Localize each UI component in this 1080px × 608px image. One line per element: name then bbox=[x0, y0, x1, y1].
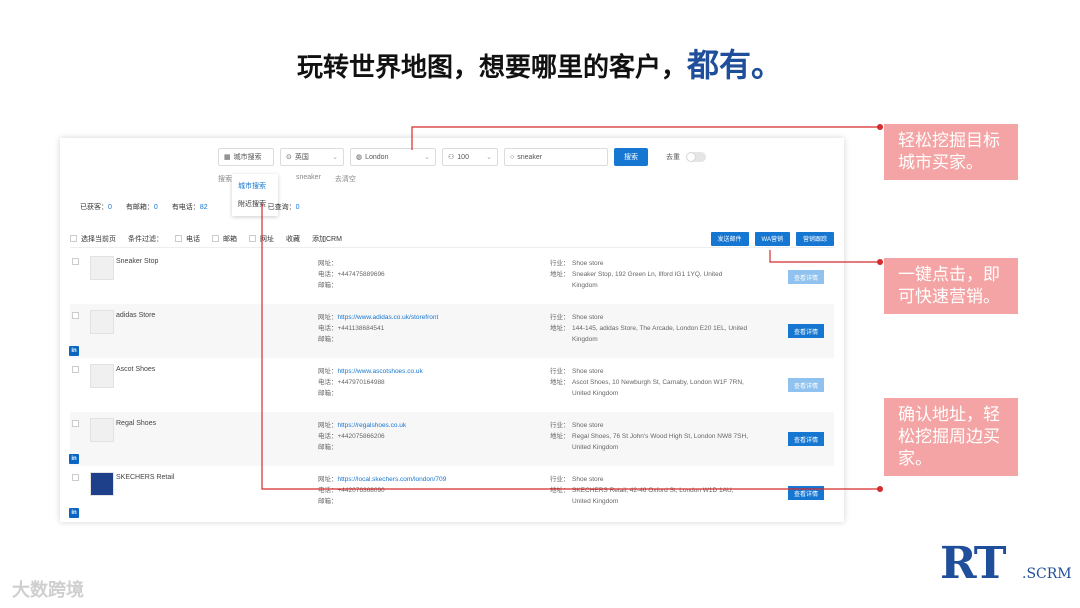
connector-dot bbox=[877, 486, 883, 492]
callout-nearby-buyers: 确认地址，轻松挖掘周边买家。 bbox=[884, 398, 1018, 476]
brand-logo-suffix: .SCRM bbox=[1022, 566, 1072, 582]
watermark: 大数跨境 bbox=[12, 580, 84, 601]
connector-dot bbox=[877, 124, 883, 130]
connector-line-3 bbox=[261, 204, 880, 490]
connector-line-2 bbox=[769, 250, 880, 263]
connector-dot bbox=[877, 259, 883, 265]
callout-city-buyers: 轻松挖掘目标城市买家。 bbox=[884, 124, 1018, 180]
brand-logo: RT bbox=[940, 538, 1007, 589]
callout-one-click-marketing: 一键点击，即可快速营销。 bbox=[884, 258, 1018, 314]
connector-line-1 bbox=[411, 126, 880, 150]
